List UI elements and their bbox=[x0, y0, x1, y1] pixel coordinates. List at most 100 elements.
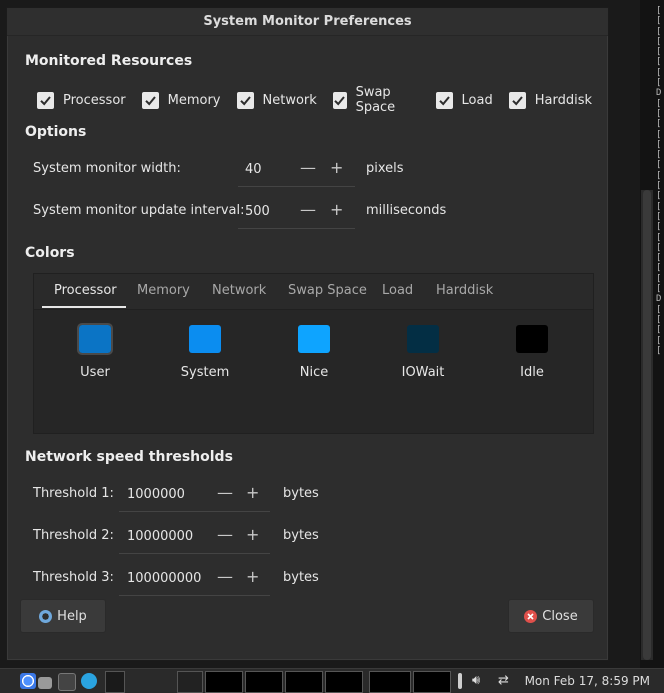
color-label: System bbox=[180, 365, 230, 380]
threshold-decrease-button[interactable]: — bbox=[217, 569, 233, 585]
threshold-value[interactable]: 10000000 bbox=[127, 529, 193, 544]
threshold-label: Threshold 2: bbox=[33, 528, 114, 543]
scrollbar-thumb[interactable] bbox=[643, 190, 651, 660]
interval-spinbutton[interactable]: 500 — + bbox=[238, 194, 355, 229]
check-label: Memory bbox=[167, 92, 221, 108]
check-label: Processor bbox=[63, 92, 126, 108]
tab-swap-space[interactable]: Swap Space bbox=[288, 283, 367, 298]
check-load[interactable]: Load bbox=[435, 91, 493, 109]
colors-notebook: Processor Memory Network Swap Space Load Hard… bbox=[33, 273, 594, 434]
monitored-resources-checks: Processor Memory Network Swap Space Load Hard… bbox=[37, 85, 608, 115]
workspace-6[interactable] bbox=[325, 671, 363, 693]
interval-label: System monitor update interval: bbox=[33, 203, 245, 218]
check-label: Network bbox=[262, 92, 317, 108]
width-spinbutton[interactable]: 40 — + bbox=[238, 152, 355, 187]
color-label: User bbox=[80, 365, 110, 380]
interval-value[interactable]: 500 bbox=[245, 204, 270, 219]
checkbox-checked-icon[interactable] bbox=[332, 91, 347, 109]
threshold-value[interactable]: 100000000 bbox=[127, 571, 201, 586]
threshold-label: Threshold 1: bbox=[33, 486, 114, 501]
check-processor[interactable]: Processor bbox=[37, 91, 126, 109]
check-network[interactable]: Network bbox=[236, 91, 317, 109]
width-label: System monitor width: bbox=[33, 161, 181, 176]
threshold-decrease-button[interactable]: — bbox=[217, 527, 233, 543]
width-decrease-button[interactable]: — bbox=[300, 160, 316, 176]
color-button-idle[interactable] bbox=[516, 325, 548, 353]
help-button[interactable]: Help bbox=[20, 599, 106, 633]
checkbox-checked-icon[interactable] bbox=[141, 91, 159, 109]
telegram-icon[interactable] bbox=[81, 673, 97, 689]
color-label: IOWait bbox=[401, 365, 445, 380]
tab-memory[interactable]: Memory bbox=[137, 283, 190, 298]
help-icon bbox=[39, 609, 53, 623]
checkbox-checked-icon[interactable] bbox=[37, 91, 54, 109]
workspace-1[interactable] bbox=[105, 671, 125, 693]
threshold-2-spinbutton[interactable]: 10000000 — + bbox=[119, 519, 270, 554]
tab-network[interactable]: Network bbox=[212, 283, 266, 298]
threshold-unit: bytes bbox=[283, 570, 319, 585]
check-memory[interactable]: Memory bbox=[141, 91, 221, 109]
width-unit: pixels bbox=[366, 161, 404, 176]
workspace-5[interactable] bbox=[285, 671, 323, 693]
monitored-resources-heading: Monitored Resources bbox=[25, 53, 193, 69]
active-tab-indicator bbox=[42, 306, 126, 308]
system-monitor-graph-2[interactable] bbox=[413, 671, 451, 693]
checkbox-checked-icon[interactable] bbox=[508, 91, 526, 109]
preferences-dialog: System Monitor Preferences Monitored Res… bbox=[6, 7, 609, 661]
threshold-1-spinbutton[interactable]: 1000000 — + bbox=[119, 477, 270, 512]
workspace-3[interactable] bbox=[205, 671, 243, 693]
check-harddisk[interactable]: Harddisk bbox=[508, 91, 592, 109]
interval-increase-button[interactable]: + bbox=[330, 202, 343, 218]
threshold-increase-button[interactable]: + bbox=[246, 485, 259, 501]
tab-processor[interactable]: Processor bbox=[54, 283, 117, 298]
workspace-2[interactable] bbox=[177, 671, 203, 693]
network-icon[interactable]: ⇄ bbox=[498, 673, 514, 689]
options-heading: Options bbox=[25, 124, 87, 140]
interval-decrease-button[interactable]: — bbox=[300, 202, 316, 218]
color-button-system[interactable] bbox=[189, 325, 221, 353]
checkbox-checked-icon[interactable] bbox=[236, 91, 254, 109]
threshold-increase-button[interactable]: + bbox=[246, 569, 259, 585]
volume-icon[interactable]: 🔊︎ bbox=[472, 673, 488, 689]
network-thresholds-heading: Network speed thresholds bbox=[25, 449, 233, 465]
system-monitor-graph[interactable] bbox=[369, 671, 411, 693]
checkbox-checked-icon[interactable] bbox=[435, 91, 453, 109]
background-scrollbar[interactable] bbox=[641, 190, 653, 660]
check-swap-space[interactable]: Swap Space bbox=[332, 85, 420, 115]
dialog-title: System Monitor Preferences bbox=[203, 14, 412, 29]
file-manager-icon[interactable] bbox=[38, 677, 52, 689]
interval-unit: milliseconds bbox=[366, 203, 447, 218]
terminal-icon[interactable] bbox=[58, 673, 76, 691]
background-terminal-text: [ [ [ [ [ [ [ [ D [ [ [ [ [ [ [ [ [ [ [ … bbox=[656, 6, 662, 356]
close-button-label: Close bbox=[542, 608, 578, 624]
keyboard-indicator-icon[interactable] bbox=[458, 673, 462, 689]
check-label: Swap Space bbox=[355, 85, 396, 115]
clock[interactable]: Mon Feb 17, 8:59 PM bbox=[525, 674, 650, 688]
color-label: Nice bbox=[299, 365, 329, 380]
workspace-4[interactable] bbox=[245, 671, 283, 693]
browser-icon[interactable] bbox=[20, 673, 36, 689]
threshold-unit: bytes bbox=[283, 486, 319, 501]
threshold-decrease-button[interactable]: — bbox=[217, 485, 233, 501]
width-increase-button[interactable]: + bbox=[330, 160, 343, 176]
tab-load[interactable]: Load bbox=[382, 283, 413, 298]
threshold-value[interactable]: 1000000 bbox=[127, 487, 185, 502]
colors-tabbar: Processor Memory Network Swap Space Load Hard… bbox=[34, 274, 593, 310]
threshold-increase-button[interactable]: + bbox=[246, 527, 259, 543]
width-value[interactable]: 40 bbox=[245, 162, 262, 177]
close-icon bbox=[524, 609, 538, 623]
title-bar[interactable]: System Monitor Preferences bbox=[7, 8, 608, 36]
colors-heading: Colors bbox=[25, 245, 75, 261]
tab-harddisk[interactable]: Harddisk bbox=[436, 283, 493, 298]
color-button-nice[interactable] bbox=[298, 325, 330, 353]
help-button-label: Help bbox=[57, 608, 87, 624]
close-button[interactable]: Close bbox=[508, 599, 594, 633]
threshold-unit: bytes bbox=[283, 528, 319, 543]
threshold-label: Threshold 3: bbox=[33, 570, 114, 585]
color-label: Idle bbox=[520, 365, 544, 380]
threshold-3-spinbutton[interactable]: 100000000 — + bbox=[119, 561, 270, 596]
color-button-iowait[interactable] bbox=[407, 325, 439, 353]
check-label: Harddisk bbox=[534, 92, 592, 108]
check-label: Load bbox=[461, 92, 493, 108]
color-button-user[interactable] bbox=[77, 323, 113, 355]
